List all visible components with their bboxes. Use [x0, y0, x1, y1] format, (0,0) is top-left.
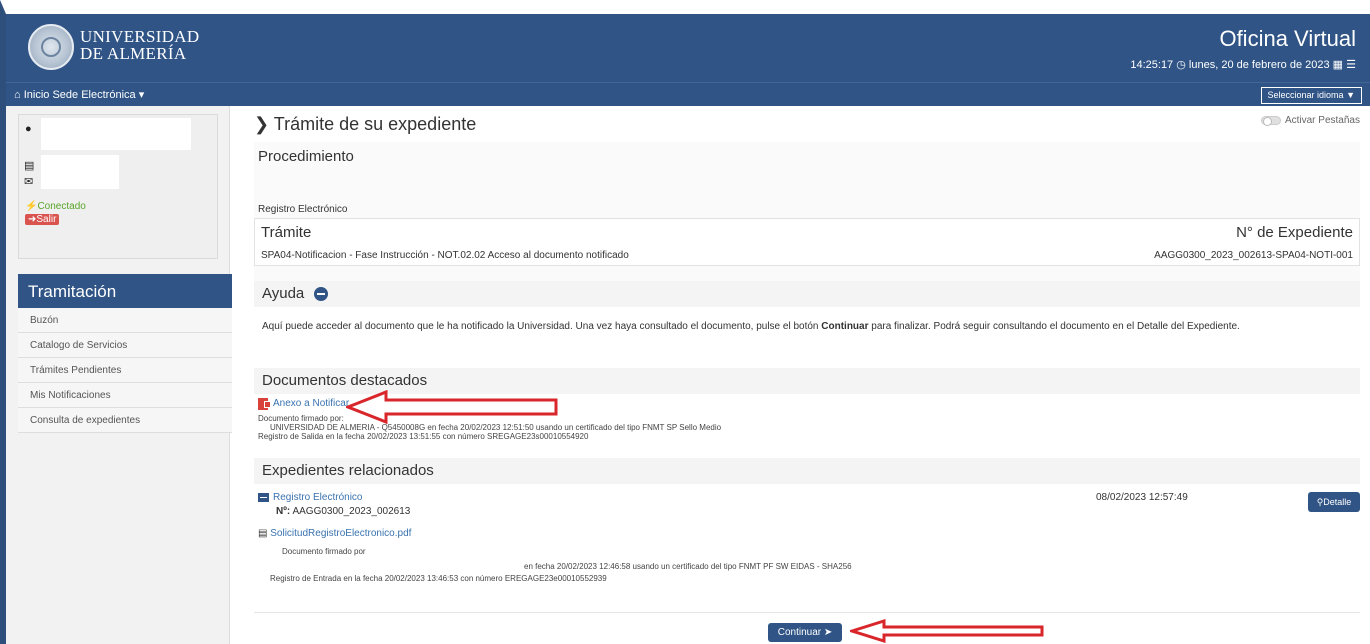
caret-down-icon: ▼: [1346, 90, 1355, 100]
sede-dropdown[interactable]: Sede Electrónica ▾: [52, 89, 144, 101]
sidebar-item-catalogo[interactable]: Catalogo de Servicios: [18, 333, 232, 358]
file-signed-line: en fecha 20/02/2023 12:46:58 usando un c…: [524, 562, 852, 571]
university-name-line2: DE ALMERÍA: [80, 44, 187, 63]
sitemap-icon[interactable]: ☰: [1346, 59, 1356, 71]
clock-icon: ◷: [1176, 59, 1186, 71]
sede-label: Sede Electrónica: [52, 89, 136, 101]
date-text: lunes, 20 de febrero de 2023: [1188, 59, 1330, 71]
file-link[interactable]: SolicitudRegistroElectronico.pdf: [270, 528, 411, 539]
help-text-bold: Continuar: [821, 321, 869, 332]
sidebar-item-tramites-pendientes[interactable]: Trámites Pendientes: [18, 358, 232, 383]
pdf-file-icon: [258, 398, 271, 410]
top-nav: ⌂ Inicio Sede Electrónica ▾ Seleccionar …: [6, 82, 1370, 106]
ayuda-section: Ayuda: [254, 281, 1360, 307]
plug-icon: ⚡: [25, 201, 38, 212]
collapse-square-icon[interactable]: [258, 492, 269, 502]
procedimiento-label: Procedimiento: [258, 148, 354, 165]
rel-header: Registro Electrónico: [258, 492, 362, 503]
detalle-label: Detalle: [1323, 497, 1352, 507]
expediente-label: N° de Expediente: [1236, 224, 1353, 241]
user-box: ● ▤ ✉ ⚡Conectado ➜Salir: [18, 114, 218, 259]
home-link[interactable]: Inicio: [24, 89, 50, 101]
rel-date: 08/02/2023 12:57:49: [1096, 492, 1188, 503]
language-label: Seleccionar idioma: [1267, 90, 1344, 100]
rel-number-label: Nº:: [276, 506, 291, 517]
sidebar-item-consulta-expedientes[interactable]: Consulta de expedientes: [18, 408, 232, 433]
sidebar-item-buzon[interactable]: Buzón: [18, 308, 232, 333]
sidebar-menu: Buzón Catalogo de Servicios Trámites Pen…: [18, 308, 232, 433]
chevron-right-icon: ❯: [254, 114, 270, 134]
page-title-text: Trámite de su expediente: [273, 114, 477, 134]
collapse-icon[interactable]: [314, 287, 329, 302]
rel-link[interactable]: Registro Electrónico: [273, 492, 362, 503]
expediente-value: AAGG0300_2023_002613-SPA04-NOTI-001: [1154, 250, 1353, 261]
rel-number: Nº: AAGG0300_2023_002613: [276, 506, 410, 517]
help-text: Aquí puede acceder al documento que le h…: [262, 318, 1352, 335]
nav-home: ⌂ Inicio Sede Electrónica ▾: [14, 88, 144, 101]
help-text-part2: para finalizar. Podrá seguir consultando…: [868, 321, 1240, 332]
continue-button[interactable]: Continuar ➤: [768, 623, 842, 642]
main-content: ❯ Trámite de su expediente Activar Pesta…: [232, 106, 1370, 644]
toggle-label: Activar Pestañas: [1284, 115, 1360, 126]
tramite-value: SPA04-Notificacion - Fase Instrucción - …: [261, 250, 629, 261]
university-name: UNIVERSIDAD DE ALMERÍA: [80, 28, 199, 62]
clock-time: 14:25:17: [1130, 59, 1174, 71]
ayuda-title-text: Ayuda: [262, 285, 305, 302]
user-name-field: [41, 118, 191, 150]
continue-label: Continuar: [777, 627, 822, 638]
university-name-line1: UNIVERSIDAD: [80, 27, 200, 46]
language-select[interactable]: Seleccionar idioma ▼: [1260, 87, 1362, 104]
divider: [254, 612, 1360, 613]
procedure-block: Procedimiento Registro Electrónico Trámi…: [254, 142, 1360, 292]
tramitacion-header: Tramitación: [18, 274, 232, 308]
calendar-icon: ▦: [1332, 59, 1344, 71]
connected-status: ⚡Conectado: [25, 201, 86, 212]
related-expedient: Registro Electrónico Nº: AAGG0300_2023_0…: [258, 492, 1360, 604]
toggle-switch[interactable]: [1260, 115, 1281, 126]
id-card-icon: ▤: [24, 160, 35, 172]
file-icon: ▤: [258, 528, 268, 539]
logout-label: Salir: [36, 214, 57, 225]
envelope-icon: ✉: [24, 176, 34, 188]
docs-title: Documentos destacados: [262, 372, 428, 389]
file-signed-label: Documento firmado por: [282, 547, 366, 556]
user-icon: ●: [25, 123, 32, 135]
file-registry-line: Registro de Entrada en la fecha 20/02/20…: [270, 574, 607, 583]
file-row: ▤ SolicitudRegistroElectronico.pdf: [258, 528, 411, 539]
home-icon[interactable]: ⌂: [14, 89, 21, 101]
date-time: 14:25:17 ◷ lunes, 20 de febrero de 2023 …: [1130, 58, 1356, 71]
ayuda-title: Ayuda: [262, 285, 329, 302]
related-title: Expedientes relacionados: [262, 462, 434, 479]
detalle-button[interactable]: ⚲Detalle: [1308, 492, 1360, 512]
header: UNIVERSIDAD DE ALMERÍA Oficina Virtual 1…: [6, 14, 1370, 82]
user-id-field: [41, 155, 119, 189]
tramite-label: Trámite: [261, 224, 312, 241]
arrow-circle-right-icon: ➤: [823, 627, 833, 638]
tabs-toggle[interactable]: Activar Pestañas: [1260, 115, 1360, 126]
doc-signed-line: UNIVERSIDAD DE ALMERIA - Q5450008G en fe…: [270, 423, 722, 432]
tramite-box: Trámite SPA04-Notificacion - Fase Instru…: [254, 218, 1360, 266]
procedimiento-value: Registro Electrónico: [258, 204, 348, 215]
related-section: Expedientes relacionados: [254, 458, 1360, 484]
logout-button[interactable]: ➜Salir: [25, 214, 60, 225]
doc-registry-line: Registro de Salida en la fecha 20/02/202…: [258, 432, 589, 441]
caret-down-icon: ▾: [138, 89, 145, 101]
annotation-arrow-continue: [850, 619, 1044, 643]
connected-text: Conectado: [37, 201, 86, 212]
sidebar: ● ▤ ✉ ⚡Conectado ➜Salir Tramitación Buzó…: [6, 106, 232, 644]
rel-number-value: AAGG0300_2023_002613: [292, 506, 411, 517]
university-logo: [28, 24, 74, 70]
sidebar-item-notificaciones[interactable]: Mis Notificaciones: [18, 383, 232, 408]
brand-title: Oficina Virtual: [1219, 26, 1356, 51]
annotation-arrow-doc: [346, 390, 558, 424]
help-text-part1: Aquí puede acceder al documento que le h…: [262, 321, 822, 332]
page-title: ❯ Trámite de su expediente: [254, 114, 476, 135]
doc-link[interactable]: Anexo a Notificar: [273, 398, 349, 409]
